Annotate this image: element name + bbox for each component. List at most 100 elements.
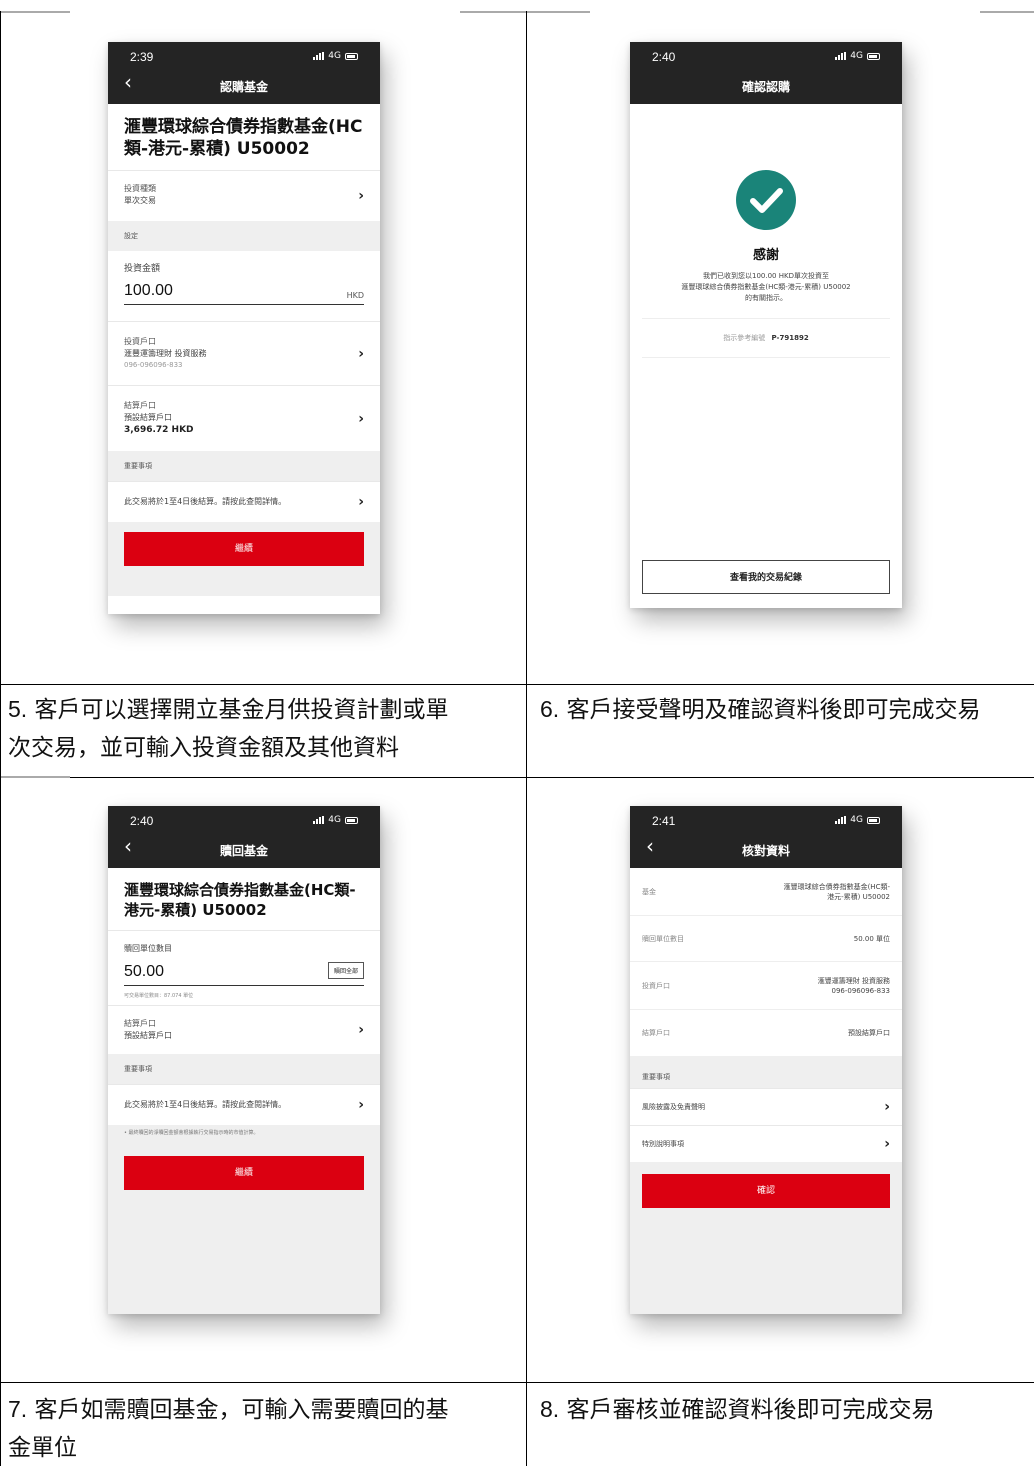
confirmation-line: 滙豐環球綜合債券指數基金(HC類-港元-累積) U50002 [681, 283, 851, 291]
status-time: 2:39 [130, 50, 154, 64]
page-title: 核對資料 [741, 844, 790, 858]
available-units: 可交易單位數目：87.074 單位 [124, 993, 194, 999]
signal-icon [313, 52, 325, 60]
status-bar: 4G [313, 51, 358, 61]
table-rule [0, 1382, 1034, 1383]
confirmation-line: 我們已收到您以100.00 HKD單次投資至 [703, 272, 829, 280]
fund-name: 滙豐環球綜合債券指數基金(HC類-港元-累積) U50002 [124, 117, 363, 159]
caption-step-5: 5. 客戶可以選擇開立基金月供投資計劃或單 次交易，並可輸入投資金額及其他資料 [8, 690, 518, 767]
caption-text: 客戶接受聲明及確認資料後即可完成交易 [559, 697, 981, 723]
settlement-account-row[interactable]: 結算戶口 預設結算戶口 3,696.72 HKD › [108, 385, 380, 451]
phone-subscribe-fund: 2:39 4G ‹ 認購基金 滙豐環球綜合債券指數基金(HC類-港元-累積) U… [108, 42, 380, 614]
chevron-right-icon: › [358, 410, 364, 427]
caption-step-6: 6. 客戶接受聲明及確認資料後即可完成交易 [540, 690, 1034, 729]
chevron-right-icon: › [358, 188, 364, 204]
app-header: 2:40 4G ‹ 贖回基金 [108, 806, 380, 868]
network-label: 4G [850, 51, 863, 61]
signal-icon [835, 816, 847, 824]
risk-disclosure-row[interactable]: 風險披露及免責聲明 › [630, 1088, 902, 1125]
special-notes-text: 特別說明事項 [642, 1140, 684, 1148]
important-section-header: 重要事項 [630, 1056, 902, 1088]
units-label: 贖回單位數目 [642, 934, 684, 943]
table-vline-mid [526, 11, 527, 1466]
detail-row-fund: 基金 滙豐環球綜合債券指數基金(HC類- 港元-累積) U50002 [630, 868, 902, 916]
settlement-account-label: 結算戶口 [124, 1019, 156, 1028]
step-number: 7. [8, 1396, 28, 1422]
reference-label: 指示參考編號 [723, 334, 766, 342]
special-notes-row[interactable]: 特別說明事項 › [630, 1125, 902, 1162]
detail-row-settlement-account: 結算戶口 預設結算戶口 [630, 1010, 902, 1056]
status-time: 2:41 [652, 814, 676, 828]
caption-step-8: 8. 客戶審核並確認資料後即可完成交易 [540, 1390, 1034, 1429]
network-label: 4G [328, 51, 341, 61]
settings-section-header: 設定 [108, 221, 380, 251]
continue-button[interactable]: 繼續 [124, 532, 364, 566]
settlement-account-value: 預設結算戶口 [124, 413, 172, 422]
signal-icon [313, 816, 325, 824]
caption-text: 客戶如需贖回基金，可輸入需要贖回的基 [27, 1397, 449, 1423]
caption-text: 客戶審核並確認資料後即可完成交易 [559, 1397, 935, 1423]
units-value: 50.00 單位 [853, 934, 890, 943]
mid-rule-left [0, 776, 70, 778]
settlement-account-row[interactable]: 結算戶口 預設結算戶口 › [108, 1005, 380, 1054]
battery-icon [867, 52, 880, 60]
status-time: 2:40 [130, 814, 154, 828]
important-section-header: 重要事項 [108, 451, 380, 481]
battery-icon [867, 816, 880, 824]
confirmation-line: 的有關指示。 [745, 294, 787, 302]
battery-icon [345, 816, 358, 824]
amount-currency: HKD [346, 291, 364, 300]
important-notice-text: 此交易將於1至4日後結算。請按此查閱詳情。 [124, 1100, 287, 1109]
settlement-account-label: 結算戶口 [124, 401, 156, 410]
top-rule-left [0, 11, 70, 13]
page-title: 認購基金 [219, 80, 268, 94]
settlement-balance: 3,696.72 HKD [124, 425, 194, 435]
success-check-icon [736, 170, 796, 230]
table-rule [0, 777, 1034, 778]
network-label: 4G [328, 815, 341, 825]
view-transactions-button[interactable]: 查看我的交易紀錄 [642, 560, 890, 594]
redeem-units-field[interactable]: 贖回單位數目 50.00 贖回全部 可交易單位數目：87.074 單位 [108, 930, 380, 1005]
table-vline-left [0, 11, 1, 1466]
battery-icon [345, 52, 358, 60]
important-notice-row[interactable]: 此交易將於1至4日後結算。請按此查閱詳情。 › [108, 1084, 380, 1125]
top-rule-right [980, 11, 1034, 13]
chevron-right-icon: › [358, 494, 364, 510]
investment-account-row[interactable]: 投資戶口 滙豐運籌理財 投資服務 096-096096-833 › [108, 321, 380, 385]
reference-number: P-791892 [771, 334, 809, 342]
app-header: 2:41 4G ‹ 核對資料 [630, 806, 902, 868]
status-bar: 4G [313, 815, 358, 825]
fund-label: 基金 [642, 887, 656, 896]
detail-row-units: 贖回單位數目 50.00 單位 [630, 916, 902, 962]
investment-account-label: 投資戶口 [642, 981, 670, 990]
status-bar: 4G [835, 815, 880, 825]
status-time: 2:40 [652, 50, 676, 64]
continue-button[interactable]: 繼續 [124, 1156, 364, 1190]
redeem-all-button[interactable]: 贖回全部 [327, 962, 364, 979]
confirmation-message: 我們已收到您以100.00 HKD單次投資至 滙豐環球綜合債券指數基金(HC類-… [630, 271, 902, 304]
investment-account-number: 096-096096-833 [124, 361, 183, 369]
reference-row: 指示參考編號 P-791892 [642, 318, 890, 358]
investment-type-row[interactable]: 投資種類 單次交易 › [108, 170, 380, 221]
phone-redeem-fund: 2:40 4G ‹ 贖回基金 滙豐環球綜合債券指數基金(HC類-港元-累積) U… [108, 806, 380, 1314]
status-bar: 4G [835, 51, 880, 61]
step-number: 5. [8, 696, 28, 722]
phone-verify-details: 2:41 4G ‹ 核對資料 基金 滙豐環球綜合債券指數基金(HC類- 港元-累積… [630, 806, 902, 1314]
important-notice-row[interactable]: 此交易將於1至4日後結算。請按此查閱詳情。 › [108, 481, 380, 522]
redeem-units-input[interactable]: 50.00 [124, 963, 164, 981]
caption-step-7: 7. 客戶如需贖回基金，可輸入需要贖回的基 金單位 [8, 1390, 518, 1467]
amount-label: 投資金額 [124, 264, 161, 274]
fund-name: 滙豐環球綜合債券指數基金(HC類-港元-累積) U50002 [124, 881, 356, 919]
redemption-note: • 最終贖回的淨贖回金額會根據執行交易指示時的市值計算。 [124, 1130, 259, 1136]
investment-account-label: 投資戶口 [124, 337, 156, 346]
investment-type-value: 單次交易 [124, 196, 156, 205]
step-number: 8. [540, 1396, 560, 1422]
page-title: 確認認購 [741, 80, 790, 94]
chevron-right-icon: › [358, 345, 364, 362]
risk-disclosure-text: 風險披露及免責聲明 [642, 1103, 705, 1111]
amount-input[interactable]: 100.00 [124, 282, 173, 300]
confirm-button[interactable]: 確認 [642, 1174, 890, 1208]
amount-field[interactable]: 投資金額 100.00 HKD [108, 251, 380, 321]
chevron-right-icon: › [358, 1022, 364, 1038]
phone-subscription-confirmed: 2:40 4G 確認認購 感謝 我們已收到您以100.00 HKD單次投資至 滙… [630, 42, 902, 608]
